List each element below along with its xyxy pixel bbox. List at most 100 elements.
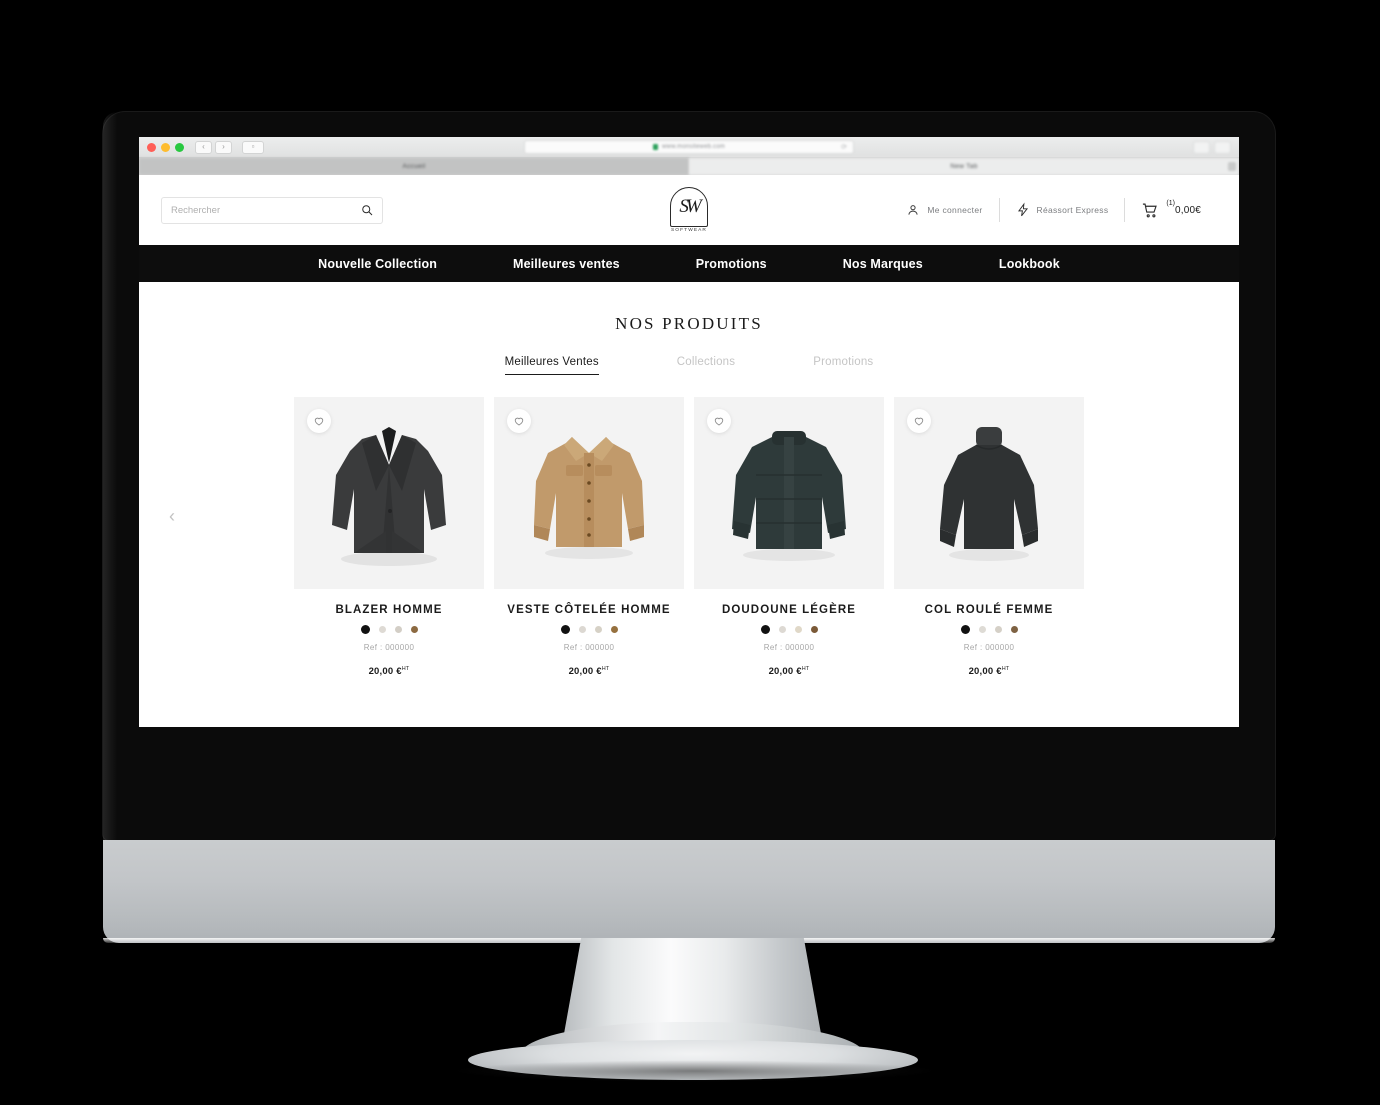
nav-item-meilleures-ventes[interactable]: Meilleures ventes <box>475 257 658 271</box>
swatch-stone[interactable] <box>594 626 602 633</box>
tab-meilleures-ventes[interactable]: Meilleures Ventes <box>504 356 599 375</box>
product-price: 20,00 €HT <box>494 666 684 677</box>
swatch-cream[interactable] <box>778 626 786 633</box>
swatch-black[interactable] <box>360 625 370 634</box>
maximize-window-icon[interactable] <box>175 142 184 152</box>
swatch-black[interactable] <box>560 625 570 634</box>
swatch-sand[interactable] <box>794 626 802 633</box>
nav-item-lookbook[interactable]: Lookbook <box>961 257 1098 271</box>
product-card[interactable]: VESTE CÔTELÉE HOMME Ref : 000000 20,00 €… <box>494 397 684 677</box>
product-card[interactable]: COL ROULÉ FEMME Ref : 000000 20,00 €HT <box>894 397 1084 677</box>
product-name: COL ROULÉ FEMME <box>924 604 1054 616</box>
price-value: 20,00 € <box>568 666 602 678</box>
price-suffix: HT <box>1001 666 1010 672</box>
product-image[interactable] <box>694 397 884 589</box>
browser-nav-buttons[interactable]: ‹ › ▫ <box>195 140 264 154</box>
swatch-brown[interactable] <box>410 626 418 633</box>
logo-wordmark: SOFTWEAR <box>671 228 707 233</box>
account-link[interactable]: Me connecter <box>890 203 998 217</box>
nav-item-nos-marques[interactable]: Nos Marques <box>805 257 961 271</box>
product-ref: Ref : 000000 <box>363 643 415 652</box>
window-traffic-lights[interactable] <box>147 142 184 152</box>
user-icon <box>908 205 918 215</box>
favorite-heart-icon[interactable] <box>907 409 931 433</box>
site-logo[interactable]: SW SOFTWEAR <box>670 187 708 233</box>
minimize-window-icon[interactable] <box>161 142 170 152</box>
favorite-heart-icon[interactable] <box>507 409 531 433</box>
price-suffix: HT <box>801 666 810 672</box>
swatch-black[interactable] <box>960 625 970 634</box>
product-tabs: Meilleures Ventes Collections Promotions <box>139 356 1239 375</box>
site-header: SW SOFTWEAR Me connecter <box>139 175 1239 245</box>
swatch-brown[interactable] <box>610 626 618 633</box>
color-swatches[interactable] <box>694 625 884 634</box>
price-suffix: HT <box>401 666 410 672</box>
product-ref: Ref : 000000 <box>963 643 1015 652</box>
reassort-express-link[interactable]: Réassort Express <box>1000 202 1125 218</box>
search-input[interactable] <box>171 204 361 216</box>
tab-promotions[interactable]: Promotions <box>813 356 873 375</box>
reload-icon[interactable]: ⟳ <box>841 143 847 151</box>
favorite-heart-icon[interactable] <box>707 409 731 433</box>
swatch-brown[interactable] <box>810 626 818 633</box>
product-card[interactable]: DOUDOUNE LÉGÈRE Ref : 000000 20,00 €HT <box>694 397 884 677</box>
color-swatches[interactable] <box>294 625 484 634</box>
logo-arch-icon: SW <box>670 187 708 227</box>
browser-extra-buttons[interactable] <box>1193 140 1231 154</box>
cart-amount: 0,00€ <box>1174 204 1201 216</box>
product-ref: Ref : 000000 <box>763 643 815 652</box>
header-actions: Me connecter Réassort Express (1) 0,00€ <box>890 198 1217 222</box>
sidebar-toggle-button[interactable]: ▫ <box>242 140 264 154</box>
swatch-stone[interactable] <box>994 626 1002 633</box>
garment-blazer-illustration <box>332 427 446 566</box>
monitor-shadow <box>450 1060 940 1082</box>
product-price: 20,00 €HT <box>294 666 484 677</box>
favorite-heart-icon[interactable] <box>307 409 331 433</box>
share-button[interactable] <box>1193 140 1210 154</box>
cart-summary: (1) 0,00€ <box>1166 200 1201 216</box>
nav-item-nouvelle-collection[interactable]: Nouvelle Collection <box>280 257 475 271</box>
color-swatches[interactable] <box>494 625 684 634</box>
swatch-cream[interactable] <box>978 626 986 633</box>
cart-count: (1) <box>1166 199 1175 207</box>
price-value: 20,00 € <box>368 666 402 678</box>
swatch-cream[interactable] <box>378 626 386 633</box>
product-card[interactable]: BLAZER HOMME Ref : 000000 20,00 €HT <box>294 397 484 677</box>
product-name: VESTE CÔTELÉE HOMME <box>507 604 671 616</box>
swatch-stone[interactable] <box>394 626 402 633</box>
product-name: DOUDOUNE LÉGÈRE <box>721 604 857 616</box>
product-image[interactable] <box>494 397 684 589</box>
swatch-black[interactable] <box>760 625 770 634</box>
carousel-prev-icon[interactable]: ‹ <box>161 505 183 527</box>
close-window-icon[interactable] <box>147 142 156 152</box>
url-text: www.monsiteweb.com <box>662 144 725 150</box>
color-swatches[interactable] <box>894 625 1084 634</box>
new-tab-button[interactable] <box>1214 140 1231 154</box>
nav-item-promotions[interactable]: Promotions <box>658 257 805 271</box>
products-section: NOS PRODUITS Meilleures Ventes Collectio… <box>139 282 1239 678</box>
page-title: NOS PRODUITS <box>615 314 763 333</box>
tab-collections[interactable]: Collections <box>677 356 735 375</box>
forward-button[interactable]: › <box>215 140 232 154</box>
lightning-bolt-icon <box>1017 202 1028 217</box>
garment-turtleneck-illustration <box>940 427 1038 561</box>
product-carousel: ‹ BLAZER HOMME Ref: 000000 20,00 €HT VE… <box>139 397 1239 677</box>
search-box[interactable] <box>161 196 383 224</box>
swatch-cream[interactable] <box>578 626 586 633</box>
cart-button[interactable]: (1) 0,00€ <box>1125 200 1217 219</box>
search-icon[interactable] <box>361 204 373 216</box>
browser-tabstrip[interactable]: Accueil New Tab <box>139 158 1239 175</box>
product-image[interactable] <box>294 397 484 589</box>
screenshot-stage: ‹ › ▫ www.monsiteweb.com ⟳ Accueil New T… <box>0 0 1380 1105</box>
product-grid: BLAZER HOMME Ref : 000000 20,00 €HT VEST… <box>165 397 1213 677</box>
swatch-brown[interactable] <box>1010 626 1018 633</box>
back-button[interactable]: ‹ <box>195 140 212 154</box>
browser-tab-active[interactable]: Accueil <box>139 158 689 175</box>
product-image[interactable] <box>894 397 1084 589</box>
logo-monogram: SW <box>679 196 701 217</box>
monitor-chin <box>103 840 1275 943</box>
lock-icon <box>653 144 659 150</box>
product-price: 20,00 €HT <box>894 666 1084 677</box>
browser-tab-secondary[interactable]: New Tab <box>689 158 1239 175</box>
address-bar[interactable]: www.monsiteweb.com ⟳ <box>524 140 854 154</box>
